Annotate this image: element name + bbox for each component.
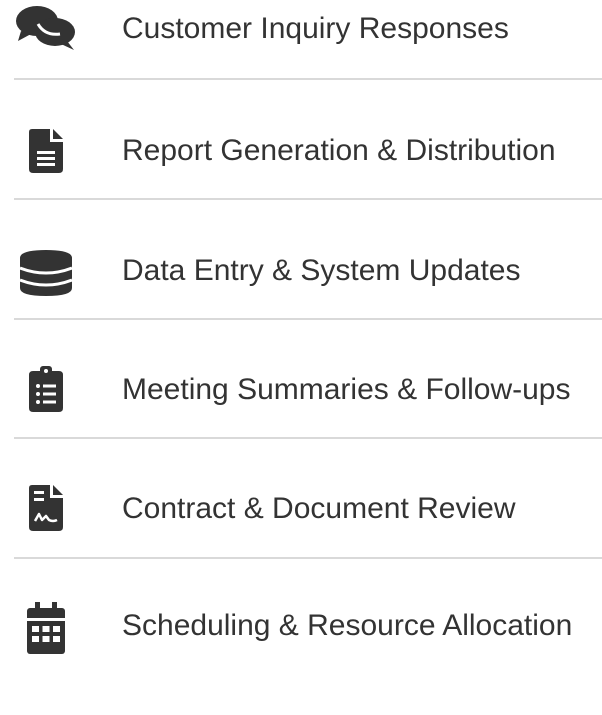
calendar-days-icon [14, 596, 78, 660]
file-contract-icon [14, 476, 78, 540]
list-item-label: Contract & Document Review [122, 492, 516, 525]
divider [14, 557, 602, 559]
list-item-label: Scheduling & Resource Allocation [122, 609, 573, 642]
divider [14, 437, 602, 439]
list-item: Meeting Summaries & Follow-ups [0, 357, 602, 476]
list-item-label: Meeting Summaries & Follow-ups [122, 373, 571, 406]
list-item-label: Customer Inquiry Responses [122, 12, 509, 45]
divider [14, 78, 602, 80]
list-item: Report Generation & Distribution [0, 119, 602, 238]
list-item: Scheduling & Resource Allocation [0, 596, 602, 715]
list-item: Customer Inquiry Responses [0, 0, 602, 119]
divider [14, 198, 602, 200]
list-item: Contract & Document Review [0, 476, 602, 595]
file-lines-icon [14, 119, 78, 183]
divider [14, 318, 602, 320]
clipboard-list-icon [14, 357, 78, 421]
task-list: Customer Inquiry Responses Report Genera… [0, 0, 602, 654]
comments-icon [14, 0, 78, 60]
list-item: Data Entry & System Updates [0, 238, 602, 357]
list-item-label: Report Generation & Distribution [122, 134, 556, 167]
list-item-label: Data Entry & System Updates [122, 254, 521, 287]
database-icon [14, 241, 78, 305]
